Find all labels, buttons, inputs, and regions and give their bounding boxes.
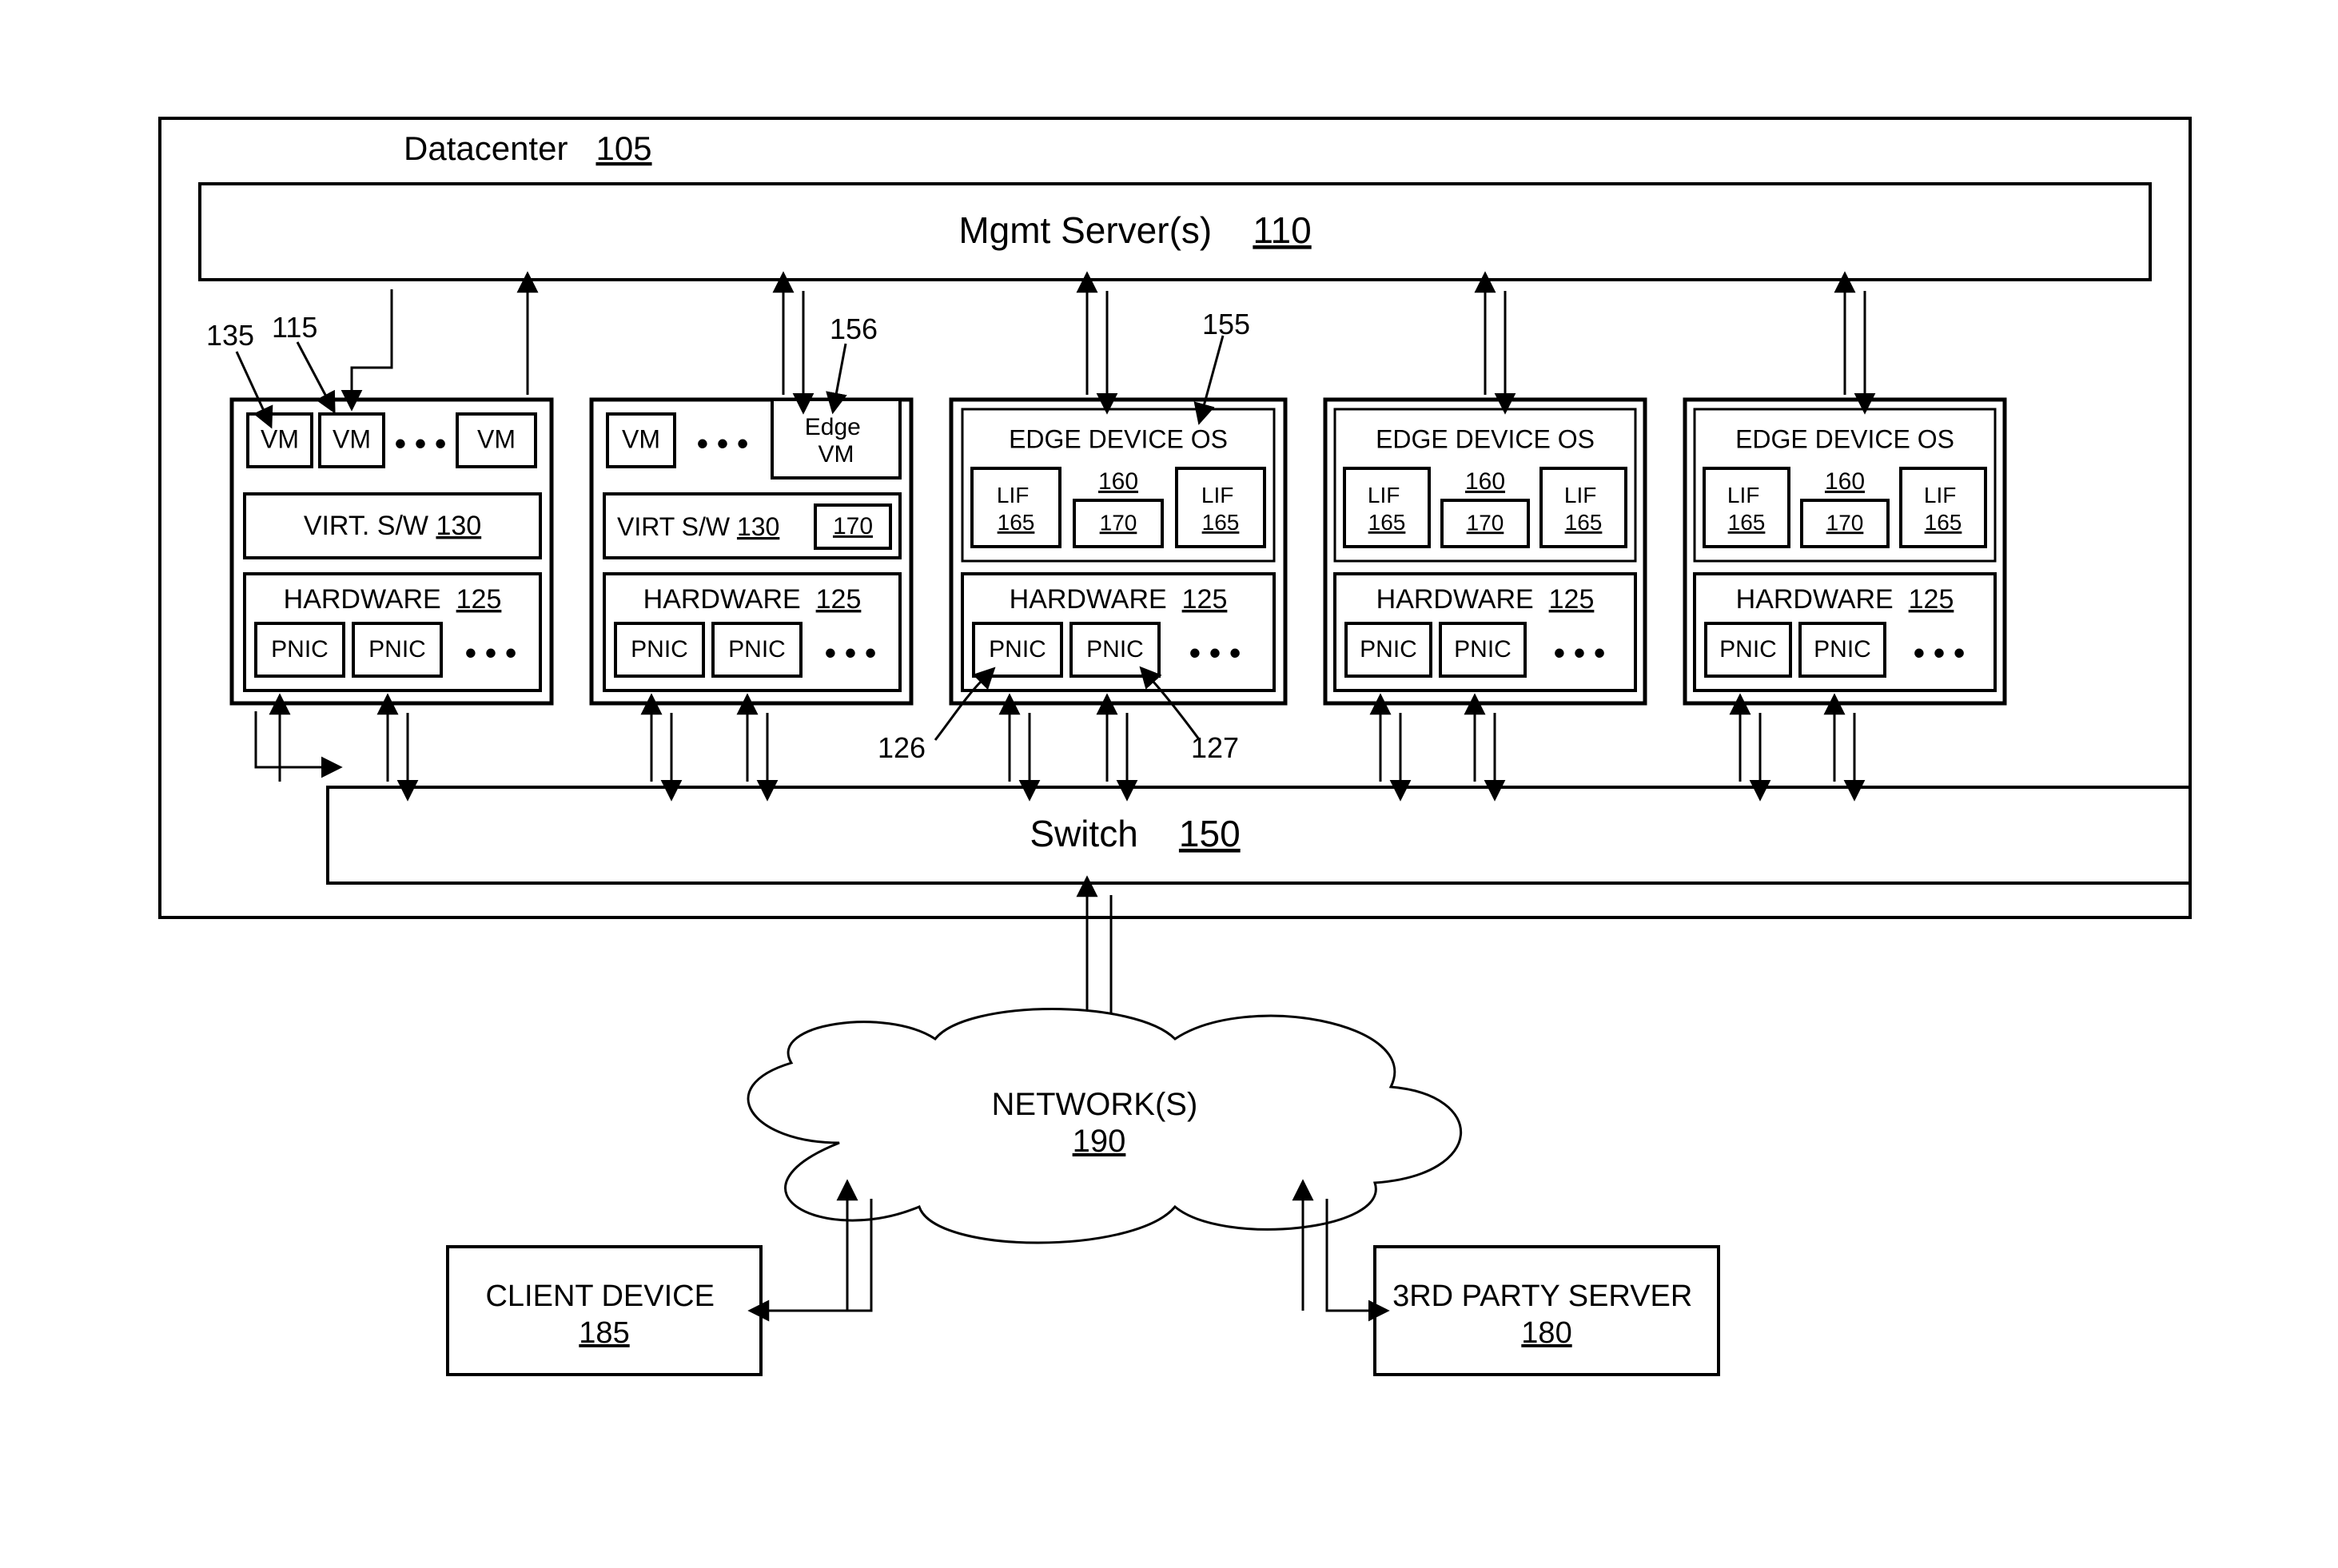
edge-device-2: EDGE DEVICE OS 160 LIF 165 170 LIF 165 H… bbox=[1325, 400, 1645, 703]
host1-pnic-dots: • • • bbox=[465, 636, 516, 671]
host1-vm2: VM bbox=[333, 424, 371, 453]
edge1-pnic1: PNIC bbox=[989, 636, 1046, 663]
host-2: VM • • • Edge VM VIRT S/W 130 170 HARDWA… bbox=[591, 400, 911, 703]
edge2-pnic1: PNIC bbox=[1360, 636, 1417, 663]
host2-vm-dots: • • • bbox=[697, 427, 748, 462]
host2-pnic1: PNIC bbox=[631, 636, 688, 663]
edge3-os-ref: 160 bbox=[1825, 468, 1865, 495]
host1-vm-dots: • • • bbox=[395, 427, 446, 462]
callout-155-label: 155 bbox=[1202, 308, 1250, 340]
host2-hw: HARDWARE 125 bbox=[643, 584, 862, 615]
edge2-os: EDGE DEVICE OS bbox=[1376, 424, 1595, 453]
mgmt-server-label: Mgmt Server(s) 110 bbox=[958, 209, 1311, 251]
host2-vm1: VM bbox=[622, 424, 660, 453]
edge1-170: 170 bbox=[1100, 510, 1137, 535]
edge-device-1: EDGE DEVICE OS 160 LIF 165 170 LIF 165 H… bbox=[951, 400, 1285, 703]
host2-pnic2: PNIC bbox=[728, 636, 786, 663]
host2-virtsw: VIRT S/W 130 bbox=[617, 512, 779, 541]
callout-135-label: 135 bbox=[206, 319, 254, 352]
edge3-pnic2: PNIC bbox=[1814, 636, 1871, 663]
edge2-pnic2: PNIC bbox=[1454, 636, 1512, 663]
edge-device-3: EDGE DEVICE OS 160 LIF 165 170 LIF 165 H… bbox=[1685, 400, 2005, 703]
host1-virtsw: VIRT. S/W 130 bbox=[304, 511, 481, 541]
host1-pnic1: PNIC bbox=[271, 636, 329, 663]
edge3-os: EDGE DEVICE OS bbox=[1735, 424, 1954, 453]
edge1-os: EDGE DEVICE OS bbox=[1009, 424, 1228, 453]
edge1-pnic2: PNIC bbox=[1086, 636, 1144, 663]
datacenter-label: Datacenter 105 bbox=[404, 129, 652, 167]
edge2-os-ref: 160 bbox=[1465, 468, 1505, 495]
callout-156-label: 156 bbox=[830, 312, 878, 345]
edge3-pnic1: PNIC bbox=[1719, 636, 1777, 663]
switch-label: Switch 150 bbox=[1030, 813, 1240, 854]
diagram-root: Datacenter 105 Mgmt Server(s) 110 VM VM … bbox=[0, 0, 2338, 1568]
host2-pnic-dots: • • • bbox=[825, 636, 876, 671]
callout-115-label: 115 bbox=[272, 311, 317, 344]
host1-vm3: VM bbox=[477, 424, 516, 453]
host-1: VM VM • • • VM VIRT. S/W 130 HARDWARE 12… bbox=[232, 400, 552, 703]
edge1-os-ref: 160 bbox=[1098, 468, 1138, 495]
host1-pnic2: PNIC bbox=[368, 636, 426, 663]
edge3-hw: HARDWARE 125 bbox=[1736, 584, 1954, 615]
edge3-170: 170 bbox=[1826, 510, 1864, 535]
edge2-hw: HARDWARE 125 bbox=[1376, 584, 1595, 615]
edge2-pnic-dots: • • • bbox=[1554, 636, 1605, 671]
edge2-170: 170 bbox=[1467, 510, 1504, 535]
edge1-hw: HARDWARE 125 bbox=[1010, 584, 1228, 615]
callout-126-label: 126 bbox=[878, 731, 926, 764]
host1-hw: HARDWARE 125 bbox=[284, 584, 502, 615]
host2-170: 170 bbox=[833, 513, 873, 539]
switch-box bbox=[328, 787, 2190, 883]
host1-vm1: VM bbox=[261, 424, 299, 453]
edge1-pnic-dots: • • • bbox=[1189, 636, 1241, 671]
edge3-pnic-dots: • • • bbox=[1914, 636, 1965, 671]
callout-127-label: 127 bbox=[1191, 731, 1239, 764]
